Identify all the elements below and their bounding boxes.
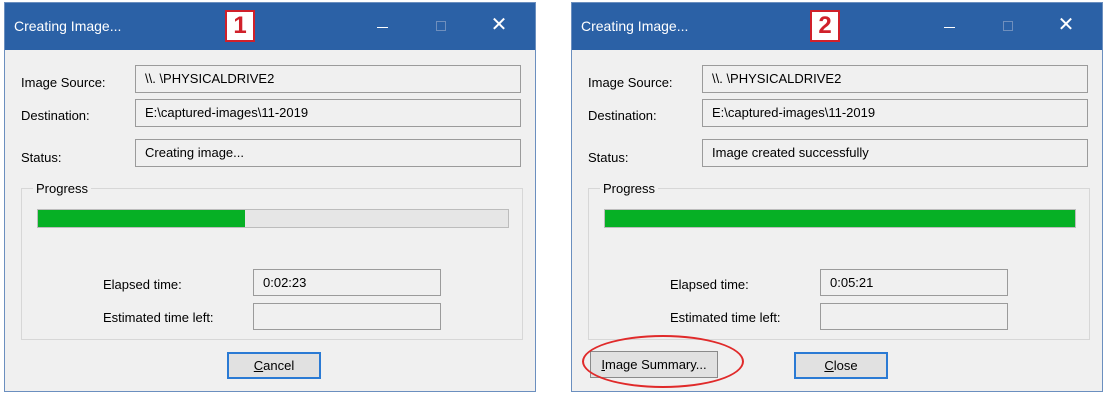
image-source-label: Image Source: xyxy=(21,75,106,90)
step-number-badge: 2 xyxy=(810,10,840,42)
close-button-accel: C xyxy=(824,358,834,373)
elapsed-time-field: 0:05:21 xyxy=(820,269,1008,296)
maximize-button xyxy=(990,13,1026,39)
cancel-button-label: ancel xyxy=(263,358,295,373)
maximize-icon xyxy=(436,21,446,31)
close-icon: ✕ xyxy=(490,14,508,36)
close-button-label: lose xyxy=(833,358,858,373)
elapsed-time-label: Elapsed time: xyxy=(103,277,182,292)
cancel-button[interactable]: Cancel xyxy=(227,352,321,379)
minimize-button[interactable] xyxy=(365,13,401,39)
destination-label: Destination: xyxy=(21,108,90,123)
progress-group-label: Progress xyxy=(33,181,92,196)
window-title: Creating Image... xyxy=(581,18,689,34)
title-bar: Creating Image... 2 ✕ xyxy=(572,3,1102,50)
image-source-field: \\. \PHYSICALDRIVE2 xyxy=(702,65,1088,93)
destination-label: Destination: xyxy=(588,108,657,123)
progress-bar xyxy=(604,209,1076,228)
estimated-time-label: Estimated time left: xyxy=(103,310,214,325)
status-field: Image created successfully xyxy=(702,139,1088,167)
elapsed-time-field: 0:02:23 xyxy=(253,269,441,296)
image-source-field: \\. \PHYSICALDRIVE2 xyxy=(135,65,521,93)
close-button[interactable]: Close xyxy=(794,352,888,379)
maximize-icon xyxy=(1003,21,1013,31)
minimize-icon xyxy=(377,27,388,28)
close-window-button[interactable]: ✕ xyxy=(481,13,517,39)
title-bar: Creating Image... 1 ✕ xyxy=(5,3,535,50)
annotation-ellipse xyxy=(582,335,744,388)
image-source-label: Image Source: xyxy=(588,75,673,90)
minimize-button[interactable] xyxy=(932,13,968,39)
estimated-time-field xyxy=(253,303,441,330)
creating-image-dialog-2: Creating Image... 2 ✕ Image Source: \\. … xyxy=(571,2,1103,392)
creating-image-dialog-1: Creating Image... 1 ✕ Image Source: \\. … xyxy=(4,2,536,392)
step-number-badge: 1 xyxy=(225,10,255,42)
status-label: Status: xyxy=(588,150,629,165)
progress-bar-fill xyxy=(38,210,245,227)
destination-field: E:\captured-images\11-2019 xyxy=(135,99,521,127)
destination-field: E:\captured-images\11-2019 xyxy=(702,99,1088,127)
window-title: Creating Image... xyxy=(14,18,122,34)
status-label: Status: xyxy=(21,150,62,165)
status-field: Creating image... xyxy=(135,139,521,167)
progress-bar-fill xyxy=(605,210,1075,227)
minimize-icon xyxy=(944,27,955,28)
estimated-time-label: Estimated time left: xyxy=(670,310,781,325)
close-icon: ✕ xyxy=(1057,14,1075,36)
close-window-button[interactable]: ✕ xyxy=(1048,13,1084,39)
progress-group-label: Progress xyxy=(600,181,659,196)
maximize-button xyxy=(423,13,459,39)
elapsed-time-label: Elapsed time: xyxy=(670,277,749,292)
estimated-time-field xyxy=(820,303,1008,330)
cancel-button-accel: C xyxy=(253,358,264,373)
progress-bar xyxy=(37,209,509,228)
